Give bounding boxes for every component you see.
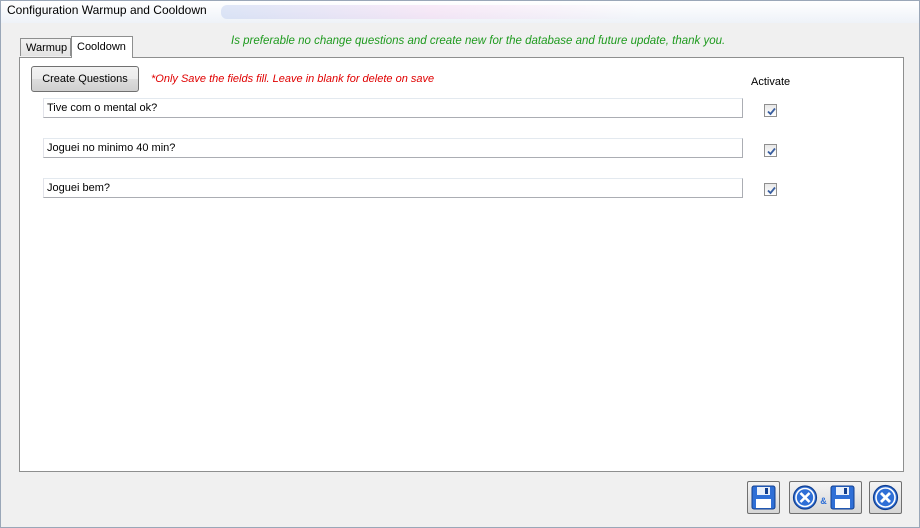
cooldown-panel: Create Questions *Only Save the fields f… <box>19 57 904 472</box>
activate-checkbox-1[interactable] <box>764 104 777 117</box>
config-window: Configuration Warmup and Cooldown Warmup… <box>0 0 920 528</box>
cancel-and-save-icon: & <box>792 485 855 510</box>
title-bar: Configuration Warmup and Cooldown <box>1 1 919 23</box>
checkmark-icon <box>767 186 776 195</box>
activate-checkbox-2[interactable] <box>764 144 777 157</box>
tab-warmup[interactable]: Warmup <box>20 38 71 56</box>
save-hint-text: *Only Save the fields fill. Leave in bla… <box>151 73 435 85</box>
title-bar-ghost-overlay <box>221 5 641 19</box>
close-button[interactable] <box>869 481 902 514</box>
checkmark-icon <box>767 107 776 116</box>
save-button[interactable] <box>747 481 780 514</box>
window-title: Configuration Warmup and Cooldown <box>7 3 207 17</box>
question-input-2[interactable] <box>43 138 743 158</box>
activate-checkbox-3[interactable] <box>764 183 777 196</box>
close-x-icon <box>872 484 899 511</box>
tab-cooldown[interactable]: Cooldown <box>71 36 133 58</box>
checkmark-icon <box>767 147 776 156</box>
notice-text: Is preferable no change questions and cr… <box>231 35 726 47</box>
question-input-3[interactable] <box>43 178 743 198</box>
ampersand-label: & <box>820 496 827 506</box>
cancel-and-save-button[interactable]: & <box>789 481 862 514</box>
floppy-disk-icon <box>751 485 776 510</box>
activate-column-label: Activate <box>751 76 791 88</box>
question-input-1[interactable] <box>43 98 743 118</box>
create-questions-button[interactable]: Create Questions <box>31 66 139 92</box>
